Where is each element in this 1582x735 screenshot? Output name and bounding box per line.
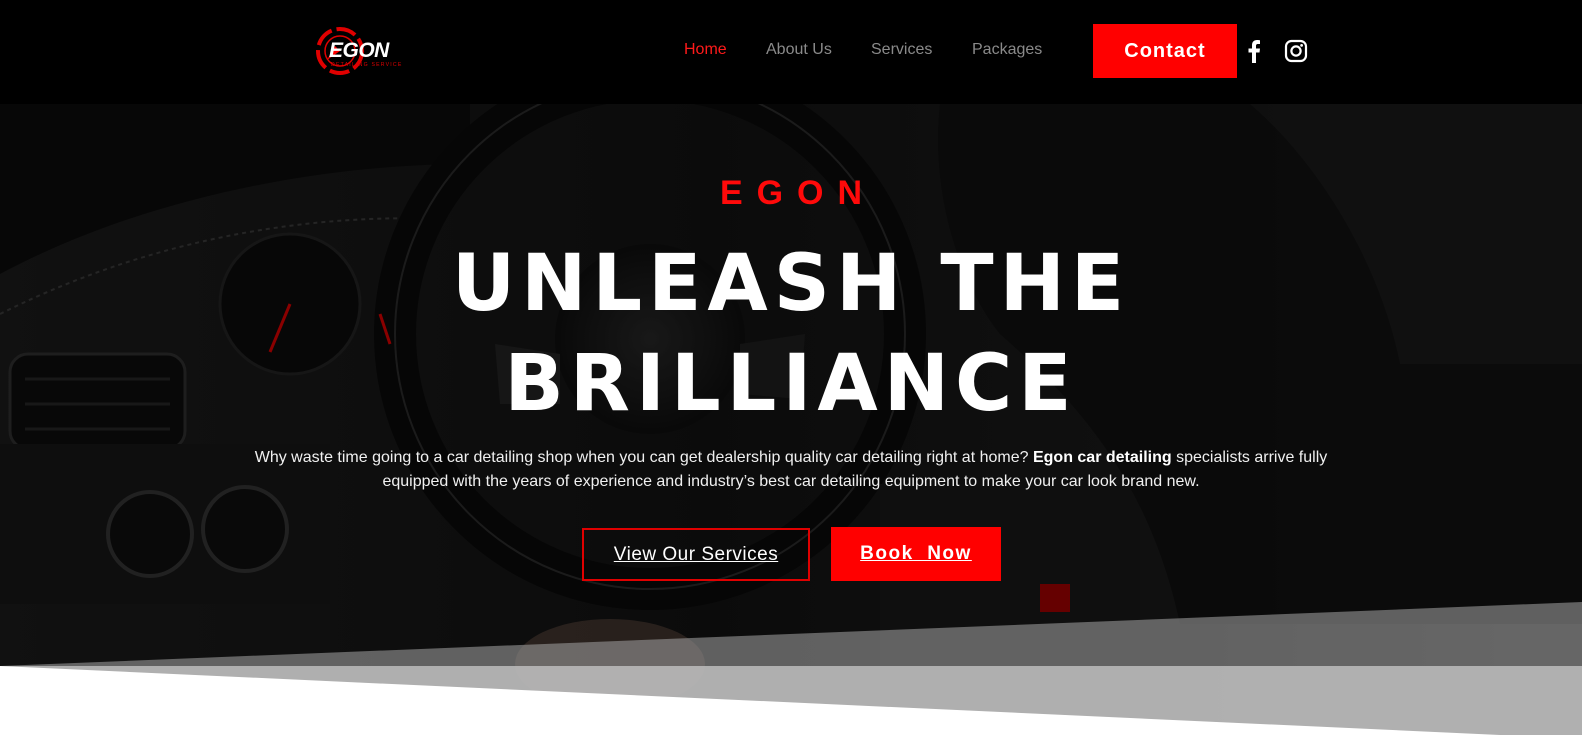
contact-button[interactable]: Contact	[1093, 24, 1237, 78]
nav-home[interactable]: Home	[684, 40, 727, 60]
hero-title-line-1: UNLEASH THE	[451, 239, 1131, 329]
hero-title-line-2: BRILLIANCE	[504, 339, 1078, 429]
instagram-icon[interactable]	[1283, 38, 1309, 64]
hero-section: EGON UNLEASH THE BRILLIANCE Why waste ti…	[0, 104, 1582, 735]
site-header: EGON DETAILING SERVICE Home About Us Ser…	[0, 0, 1582, 104]
svg-text:DETAILING SERVICE: DETAILING SERVICE	[331, 62, 403, 68]
book-now-button[interactable]: Book Now	[831, 527, 1001, 581]
view-our-services-button[interactable]: View Our Services	[582, 528, 810, 581]
nav-packages[interactable]: Packages	[972, 40, 1042, 60]
svg-text:EGON: EGON	[329, 39, 390, 62]
hero-eyebrow: EGON	[719, 174, 877, 212]
nav-about-us[interactable]: About Us	[766, 40, 832, 60]
hero-description-bold: Egon car detailing	[1032, 449, 1172, 466]
hero-description-part-1: Why waste time going to a car detailing …	[254, 449, 1033, 466]
facebook-icon[interactable]	[1241, 38, 1267, 64]
hero-description: Why waste time going to a car detailing …	[250, 446, 1332, 494]
nav-services[interactable]: Services	[871, 40, 932, 60]
hero-title: UNLEASH THE BRILLIANCE	[0, 234, 1582, 434]
egon-logo[interactable]: EGON DETAILING SERVICE	[313, 24, 413, 78]
